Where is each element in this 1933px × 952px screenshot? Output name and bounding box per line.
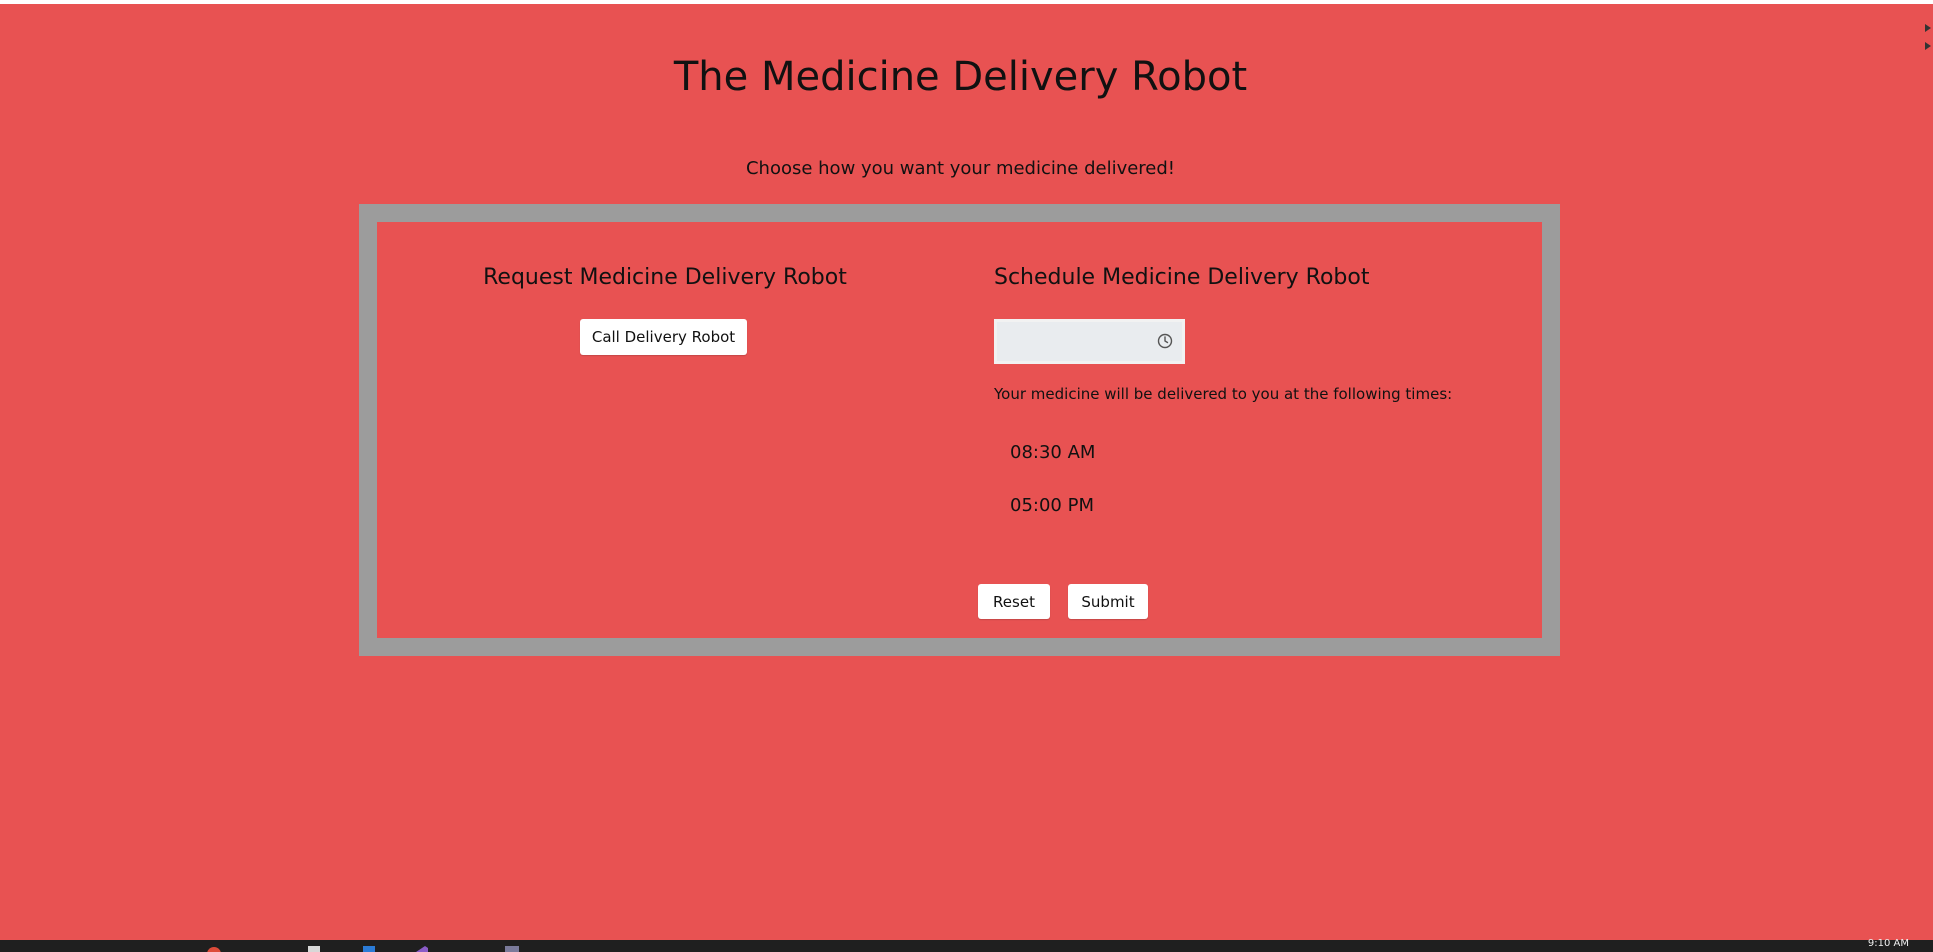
reset-button[interactable]: Reset [978,584,1050,619]
delivery-card-frame: Request Medicine Delivery Robot Call Del… [359,204,1560,656]
request-section-title: Request Medicine Delivery Robot [483,265,847,290]
chrome-icon[interactable] [205,945,223,952]
scroll-arrow-icon[interactable] [1925,42,1931,50]
window-icon[interactable] [360,945,378,952]
time-input[interactable] [1005,328,1149,358]
scroll-arrow-icon[interactable] [1925,24,1931,32]
page-title: The Medicine Delivery Robot [673,54,1248,100]
schedule-section-title: Schedule Medicine Delivery Robot [994,265,1370,290]
page-subtitle: Choose how you want your medicine delive… [745,158,1176,179]
delivery-note: Your medicine will be delivered to you a… [994,385,1453,403]
clock-icon[interactable] [1156,332,1174,350]
time-picker[interactable] [994,319,1185,364]
right-scrollbar[interactable] [1923,4,1933,940]
visual-studio-icon[interactable] [413,945,431,952]
submit-button[interactable]: Submit [1068,584,1148,619]
call-delivery-robot-button[interactable]: Call Delivery Robot [580,319,747,355]
taskbar-clock[interactable]: 9:10 AM [1868,938,1909,949]
page: The Medicine Delivery Robot Choose how y… [0,4,1923,940]
scheduled-time-item: 08:30 AM [1010,442,1096,463]
scheduled-time-item: 05:00 PM [1010,495,1094,516]
delivery-card: Request Medicine Delivery Robot Call Del… [377,222,1542,638]
taskbar: 9:10 AM [0,938,1933,952]
file-icon[interactable] [305,945,323,952]
scheduled-times-list: 08:30 AM 05:00 PM [1010,442,1095,548]
app-icon[interactable] [503,945,521,952]
